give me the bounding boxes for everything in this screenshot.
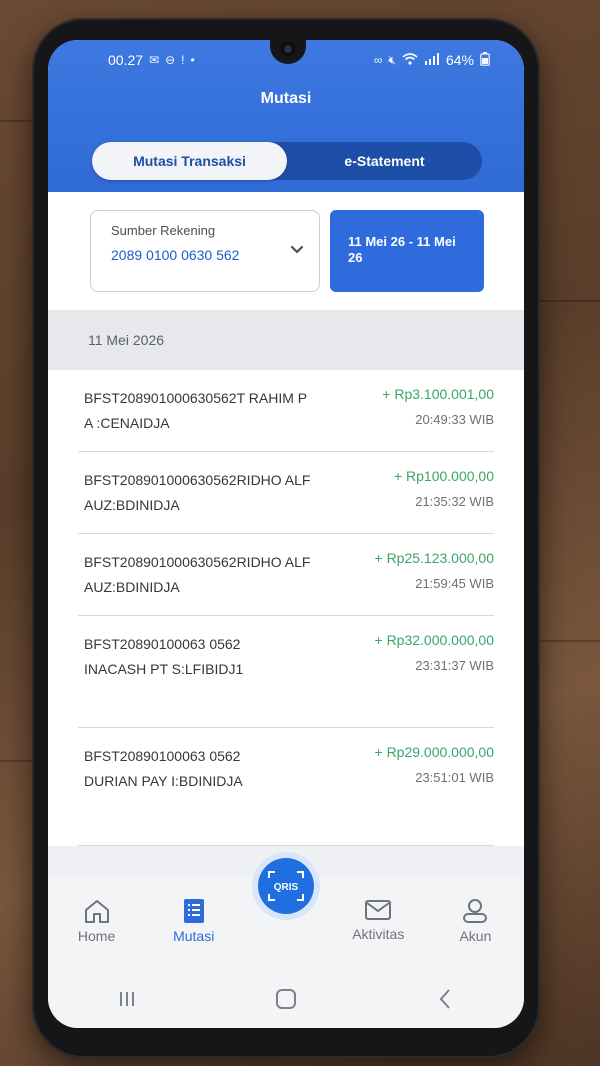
transaction-amount: + Rp29.000.000,00 [374, 744, 495, 760]
alert-icon: ! [181, 53, 185, 67]
mute-icon: 🔇︎ [388, 52, 396, 67]
app-screen: 00.27 ✉ ⊖ ! • ∞ 🔇︎ 64% Mutasi Mutasi Tra… [48, 40, 524, 1028]
qris-scan-icon: QRIS [268, 871, 304, 901]
transaction-time: 21:35:32 WIB [415, 494, 494, 509]
wifi-icon [402, 52, 418, 68]
transaction-list: BFST208901000630562T RAHIM PA :CENAIDJA … [48, 370, 524, 846]
page-title: Mutasi [260, 90, 312, 107]
transaction-time: 21:59:45 WIB [415, 576, 494, 591]
transaction-amount: + Rp3.100.001,00 [382, 386, 494, 402]
mail-icon: ✉ [149, 53, 160, 67]
chevron-down-icon [290, 245, 304, 254]
system-navigation-bar [48, 970, 524, 1028]
mail-icon [365, 900, 392, 920]
transaction-description: BFST208901000630562RIDHO ALFAUZ:BDINIDJA [84, 472, 311, 513]
transaction-row[interactable]: BFST208901000630562T RAHIM PA :CENAIDJA … [78, 370, 494, 452]
transaction-description: BFST20890100063 0562DURIAN PAY I:BDINIDJ… [84, 748, 243, 789]
nav-akun-label: Akun [459, 928, 492, 944]
tab-mutasi-transaksi[interactable]: Mutasi Transaksi [92, 142, 287, 180]
filter-panel: Sumber Rekening 2089 0100 0630 562 11 Me… [48, 192, 524, 310]
do-not-disturb-icon: ⊖ [165, 53, 176, 67]
vowifi-icon: ∞ [373, 53, 383, 67]
signal-icon [424, 52, 440, 68]
transaction-row[interactable]: BFST208901000630562RIDHO ALFAUZ:BDINIDJA… [78, 534, 494, 616]
recent-apps-icon [120, 992, 135, 1006]
transaction-row[interactable]: BFST20890100063 0562DURIAN PAY I:BDINIDJ… [78, 728, 494, 846]
transaction-amount: + Rp32.000.000,00 [374, 632, 495, 648]
transaction-amount: + Rp100.000,00 [393, 468, 494, 484]
document-list-icon [183, 899, 204, 923]
recent-apps-button[interactable] [107, 984, 147, 1014]
transaction-row[interactable]: BFST20890100063 0562INACASH PT S:LFIBIDJ… [78, 616, 494, 728]
nav-mutasi-label: Mutasi [173, 928, 215, 944]
source-label: Sumber Rekening [111, 223, 216, 238]
source-account-number: 2089 0100 0630 562 [111, 247, 240, 263]
account-source-dropdown[interactable]: Sumber Rekening 2089 0100 0630 562 [90, 210, 320, 292]
transaction-row[interactable]: BFST208901000630562RIDHO ALFAUZ:BDINIDJA… [78, 452, 494, 534]
nav-mutasi[interactable]: Mutasi [145, 878, 242, 970]
transaction-description: BFST20890100063 0562INACASH PT S:LFIBIDJ… [84, 636, 244, 677]
back-chevron-icon [439, 989, 450, 1009]
tab-switcher: Mutasi Transaksi e-Statement [92, 142, 482, 180]
transaction-time: 23:51:01 WIB [415, 770, 494, 785]
transaction-description: BFST208901000630562T RAHIM PA :CENAIDJA [84, 390, 308, 431]
transaction-description: BFST208901000630562RIDHO ALFAUZ:BDINIDJA [84, 554, 311, 595]
qris-label: QRIS [274, 882, 299, 893]
status-bar: 00.27 ✉ ⊖ ! • ∞ 🔇︎ 64% [108, 50, 490, 70]
battery-percent: 64% [445, 52, 474, 68]
home-square-icon [275, 989, 296, 1009]
date-group-header: 11 Mei 2026 [48, 310, 524, 370]
transaction-time: 23:31:37 WIB [415, 658, 494, 673]
nav-home-label: Home [77, 928, 116, 944]
status-time: 00.27 [108, 52, 144, 68]
qris-scan-button[interactable]: QRIS [258, 858, 314, 914]
tab-e-statement[interactable]: e-Statement [287, 142, 482, 180]
battery-icon [480, 51, 490, 69]
home-system-button[interactable] [266, 984, 306, 1014]
nav-aktivitas-label: Aktivitas [352, 926, 405, 942]
nav-aktivitas[interactable]: Aktivitas [330, 878, 427, 970]
transaction-time: 20:49:33 WIB [415, 412, 494, 427]
nav-home[interactable]: Home [48, 878, 145, 970]
nav-akun[interactable]: Akun [427, 878, 524, 970]
transaction-amount: + Rp25.123.000,00 [374, 550, 495, 566]
user-icon [463, 899, 488, 923]
app-header: 00.27 ✉ ⊖ ! • ∞ 🔇︎ 64% Mutasi Mutasi Tra… [48, 40, 524, 192]
date-range-button[interactable]: 11 Mei 26 - 11 Mei 26 [330, 210, 484, 292]
dot-icon: • [190, 53, 195, 67]
back-button[interactable] [425, 984, 465, 1014]
home-icon [84, 900, 109, 923]
